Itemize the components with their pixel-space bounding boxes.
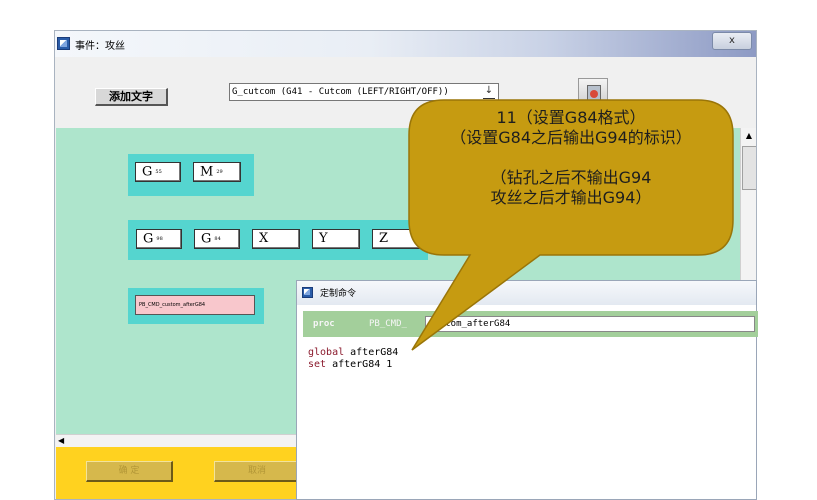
horizontal-scrollbar[interactable]: ◀ (56, 434, 296, 447)
block-y[interactable]: Y (312, 229, 360, 249)
code-keyword: global (308, 347, 345, 358)
block-letter: Y (319, 231, 328, 246)
trash-button[interactable] (578, 78, 608, 106)
proc-prefix: PB_CMD_ (369, 319, 407, 329)
dialog-app-icon (302, 287, 313, 298)
block-letter: X (259, 231, 269, 246)
command-dropdown[interactable]: G_cutcom (G41 - Cutcom (LEFT/RIGHT/OFF)) (229, 83, 499, 101)
block-sub: 55 (155, 169, 162, 175)
block-z[interactable]: Z (372, 229, 424, 249)
scroll-up-icon[interactable]: ▲ (741, 128, 756, 144)
code-rest: afterG84 1 (326, 359, 393, 370)
window-title: 事件：攻丝 (75, 41, 125, 52)
code-line: global afterG84 (308, 347, 398, 359)
code-editor[interactable]: global afterG84 set afterG84 1 (308, 347, 398, 371)
block-sub: 29 (216, 169, 223, 175)
block-sub: 98 (156, 236, 163, 242)
window-titlebar[interactable]: 事件：攻丝 x (55, 31, 756, 57)
dropdown-arrow-icon[interactable]: ↓ (483, 85, 495, 99)
proc-header: proc PB_CMD_ custom_afterG84 (303, 311, 758, 337)
code-line: set afterG84 1 (308, 359, 398, 371)
app-icon (57, 37, 70, 50)
dialog-title: 定制命令 (320, 289, 357, 299)
block-letter: M (200, 164, 214, 180)
block-m29[interactable]: M 29 (193, 162, 241, 182)
add-text-button[interactable]: 添加文字 (95, 88, 168, 106)
proc-keyword: proc (313, 319, 335, 329)
block-group-row3: PB_CMD_custom_afterG84 (128, 288, 264, 324)
block-x[interactable]: X (252, 229, 300, 249)
block-g98[interactable]: G 98 (136, 229, 182, 249)
scroll-left-icon[interactable]: ◀ (58, 435, 64, 447)
callout-line3: （钻孔之后不输出G94 (490, 168, 652, 187)
code-rest: afterG84 (344, 347, 399, 358)
ok-button[interactable]: 确 定 (86, 461, 173, 482)
callout-line4: 攻丝之后才输出G94） (490, 188, 652, 207)
block-g55[interactable]: G 55 (135, 162, 181, 182)
callout-line1: 11（设置G84格式） (496, 108, 646, 127)
block-letter: G (143, 231, 154, 247)
custom-command-dialog: 定制命令 proc PB_CMD_ custom_afterG84 global… (296, 280, 758, 500)
block-group-row1: G 55 M 29 (128, 154, 254, 196)
callout-gap (410, 148, 732, 168)
block-letter: G (142, 164, 153, 180)
close-button[interactable]: x (712, 32, 752, 50)
dialog-titlebar[interactable]: 定制命令 (297, 281, 756, 305)
callout-line2: （设置G84之后输出G94的标识） (450, 128, 692, 147)
callout-text: 11（设置G84格式） （设置G84之后输出G94的标识） （钻孔之后不输出G9… (410, 108, 732, 208)
cancel-button[interactable]: 取消 (214, 461, 301, 482)
block-letter: Z (379, 231, 389, 246)
block-sub: 84 (214, 236, 221, 242)
block-group-row2: G 98 G 84 X Y Z (128, 220, 428, 260)
proc-name-input[interactable]: custom_afterG84 (425, 316, 755, 332)
block-letter: G (201, 231, 212, 247)
trash-icon (587, 85, 601, 101)
scroll-thumb[interactable] (742, 146, 756, 190)
block-g84[interactable]: G 84 (194, 229, 240, 249)
code-keyword: set (308, 359, 327, 370)
custom-command-block[interactable]: PB_CMD_custom_afterG84 (135, 295, 255, 315)
